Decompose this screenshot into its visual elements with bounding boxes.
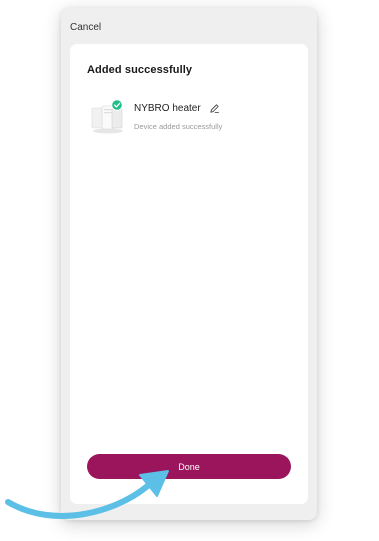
done-button-label: Done — [178, 461, 200, 472]
device-status: Device added successfully — [134, 122, 223, 131]
done-button[interactable]: Done — [87, 454, 291, 479]
card-title: Added successfully — [87, 64, 193, 76]
success-card: Added successfully NYBRO heater Device a… — [70, 44, 308, 504]
check-badge-icon — [111, 99, 123, 111]
device-name-group: NYBRO heater — [134, 103, 220, 114]
device-row: NYBRO heater Device added successfully — [88, 98, 298, 138]
pencil-edit-icon[interactable] — [209, 103, 220, 114]
heater-device-icon — [91, 99, 123, 134]
device-name: NYBRO heater — [134, 103, 201, 114]
cancel-button[interactable]: Cancel — [70, 22, 101, 33]
